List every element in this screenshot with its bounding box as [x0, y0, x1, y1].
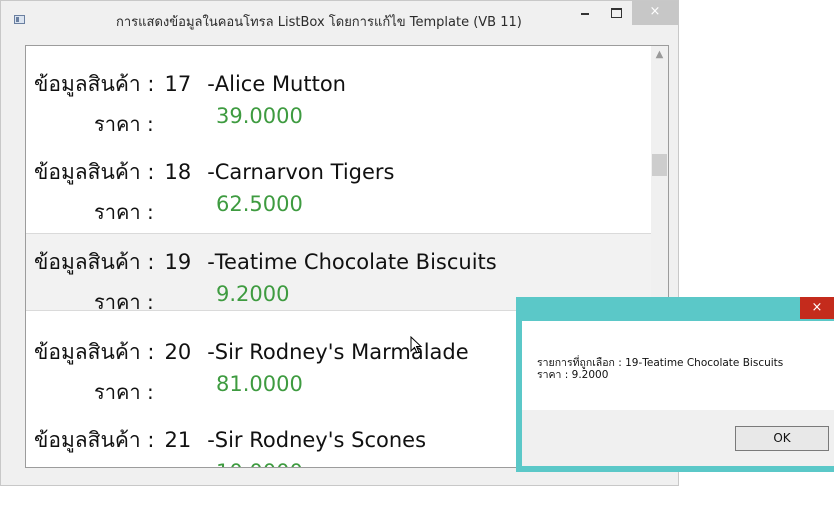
scroll-up-arrow-icon[interactable]: ▲	[651, 46, 668, 63]
price-label: ราคา :	[94, 290, 154, 314]
item-label: ข้อมูลสินค้า :	[34, 428, 155, 452]
item-label: ข้อมูลสินค้า :	[34, 160, 155, 184]
item-header: ข้อมูลสินค้า : 17 -Alice Mutton	[34, 68, 346, 101]
item-name: -Teatime Chocolate Biscuits	[207, 250, 497, 274]
price-label: ราคา :	[94, 464, 154, 467]
price-value: 10.0000	[216, 460, 303, 467]
message-box-body: รายการที่ถูกเลือก : 19-Teatime Chocolate…	[522, 321, 834, 410]
price-value: 81.0000	[216, 372, 303, 396]
list-item[interactable]: ข้อมูลสินค้า : 18 -Carnarvon Tigers ราคา :…	[26, 128, 651, 224]
scroll-thumb[interactable]	[652, 154, 667, 176]
item-name: -Alice Mutton	[207, 72, 346, 96]
item-id: 19	[164, 250, 192, 274]
price-label: ราคา :	[94, 200, 154, 224]
item-name: -Carnarvon Tigers	[207, 160, 395, 184]
item-id: 20	[164, 340, 192, 364]
mouse-pointer-icon	[410, 336, 423, 354]
list-item[interactable]: ข้อมูลสินค้า :17 -Alice Mutton ราคา : 39.…	[26, 46, 651, 136]
ok-button[interactable]: OK	[735, 426, 829, 451]
message-line-selected: รายการที่ถูกเลือก : 19-Teatime Chocolate…	[537, 357, 784, 369]
item-header: ข้อมูลสินค้า : 21 -Sir Rodney's Scones	[34, 424, 426, 457]
item-header: ข้อมูลสินค้า : 20 -Sir Rodney's Marmalade	[34, 336, 469, 369]
maximize-button[interactable]	[601, 1, 631, 25]
item-header: ข้อมูลสินค้า : 19 -Teatime Chocolate Biscu…	[34, 246, 497, 279]
message-line-price: ราคา : 9.2000	[537, 369, 609, 381]
item-header: ข้อมูลสินค้า : 18 -Carnarvon Tigers	[34, 156, 394, 189]
close-button[interactable]: ×	[632, 1, 678, 25]
price-value: 62.5000	[216, 192, 303, 216]
message-box-close-button[interactable]: ×	[800, 297, 834, 319]
item-label: ข้อมูลสินค้า :	[34, 340, 155, 364]
price-value: 39.0000	[216, 104, 303, 128]
message-box-footer: OK	[522, 410, 834, 466]
item-label: ข้อมูลสินค้า :	[34, 72, 155, 96]
message-box: × รายการที่ถูกเลือก : 19-Teatime Chocola…	[516, 297, 834, 472]
item-id: 21	[164, 428, 192, 452]
title-bar[interactable]: การแสดงข้อมูลในคอนโทรล ListBox โดยการแก้…	[1, 1, 678, 39]
message-text: รายการที่ถูกเลือก : 19-Teatime Chocolate…	[537, 357, 783, 381]
item-name: -Sir Rodney's Marmalade	[207, 340, 469, 364]
item-label: ข้อมูลสินค้า :	[34, 250, 155, 274]
minimize-button[interactable]	[571, 1, 601, 25]
item-id: 17	[164, 72, 192, 96]
app-icon[interactable]	[14, 15, 25, 24]
price-value: 9.2000	[216, 282, 290, 306]
window-title: การแสดงข้อมูลในคอนโทรล ListBox โดยการแก้…	[116, 15, 522, 30]
item-name: -Sir Rodney's Scones	[207, 428, 427, 452]
item-id: 18	[164, 160, 192, 184]
